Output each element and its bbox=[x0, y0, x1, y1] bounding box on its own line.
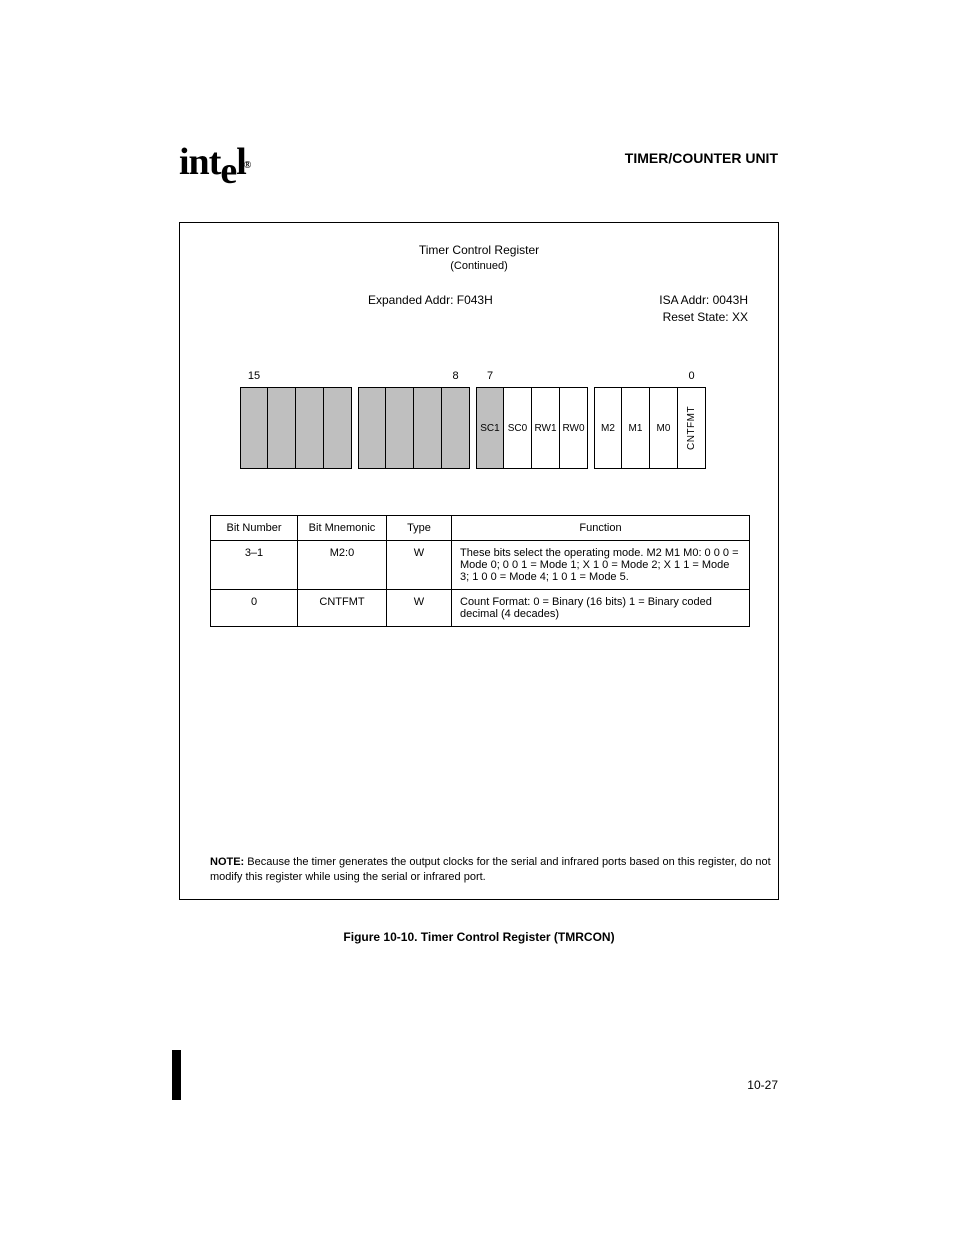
bit-cell bbox=[324, 387, 352, 469]
page: intel® TIMER/COUNTER UNIT Timer Control … bbox=[0, 0, 954, 1235]
cell-bit: 3–1 bbox=[211, 541, 298, 590]
cell-func: These bits select the operating mode. M2… bbox=[452, 541, 750, 590]
logo-drop-e: e bbox=[220, 149, 236, 193]
bit-cell-1: M0 bbox=[650, 387, 678, 469]
bit-label-rw1: RW1 bbox=[532, 388, 559, 468]
col-bit-number: Bit Number bbox=[211, 516, 298, 541]
halfbyte-15-12: 15 bbox=[240, 387, 352, 469]
bit-num-15: 15 bbox=[241, 370, 267, 382]
cell-type: W bbox=[387, 541, 452, 590]
bit-cell-6: SC0 bbox=[504, 387, 532, 469]
col-type: Type bbox=[387, 516, 452, 541]
reset-state: Reset State: XX bbox=[663, 310, 748, 324]
expanded-addr-label: Expanded Addr: bbox=[368, 293, 453, 307]
cell-mn: M2:0 bbox=[298, 541, 387, 590]
register-continued: (Continued) bbox=[180, 260, 778, 272]
bit-cell-7: 7 SC1 bbox=[476, 387, 504, 469]
note-label: NOTE: bbox=[210, 856, 244, 868]
register-title: Timer Control Register bbox=[180, 243, 778, 257]
table-row: 3–1 M2:0 W These bits select the operati… bbox=[211, 541, 750, 590]
bit-cell bbox=[386, 387, 414, 469]
field-table: Bit Number Bit Mnemonic Type Function 3–… bbox=[210, 515, 750, 627]
logo-prefix: int bbox=[179, 141, 220, 183]
chapter-title: TIMER/COUNTER UNIT bbox=[625, 150, 778, 166]
page-number: 10-27 bbox=[747, 1078, 778, 1092]
bit-cell bbox=[296, 387, 324, 469]
isa-addr-value: 0043H bbox=[713, 293, 748, 307]
bit-cell bbox=[358, 387, 386, 469]
bit-label-m2: M2 bbox=[595, 388, 621, 468]
bit-cell bbox=[414, 387, 442, 469]
cell-func: Count Format: 0 = Binary (16 bits) 1 = B… bbox=[452, 590, 750, 627]
note-text: Because the timer generates the output c… bbox=[210, 856, 771, 883]
bit-label-sc1: SC1 bbox=[477, 388, 503, 468]
registered-mark: ® bbox=[244, 160, 250, 171]
change-bar bbox=[172, 1050, 181, 1100]
reset-state-value: XX bbox=[732, 310, 748, 324]
bit-label-m0: M0 bbox=[650, 388, 677, 468]
expanded-addr: Expanded Addr: F043H bbox=[368, 293, 493, 307]
expanded-addr-value: F043H bbox=[457, 293, 493, 307]
register-name: Timer Control Register (Continued) bbox=[180, 243, 778, 272]
bit-label-sc0: SC0 bbox=[504, 388, 531, 468]
reset-state-label: Reset State: bbox=[663, 310, 729, 324]
col-function: Function bbox=[452, 516, 750, 541]
bit-num-0: 0 bbox=[678, 370, 705, 382]
col-bit-mnemonic: Bit Mnemonic bbox=[298, 516, 387, 541]
bit-cell-3: M2 bbox=[594, 387, 622, 469]
note: NOTE: Because the timer generates the ou… bbox=[210, 855, 778, 885]
bit-cell-2: M1 bbox=[622, 387, 650, 469]
bit-label-m1: M1 bbox=[622, 388, 649, 468]
bit-num-8: 8 bbox=[442, 370, 469, 382]
halfbyte-11-8: 8 bbox=[358, 387, 470, 469]
bit-cell-5: RW1 bbox=[532, 387, 560, 469]
bit-cell: 8 bbox=[442, 387, 470, 469]
bit-label-cntfmt: CNTFMT bbox=[678, 388, 705, 468]
isa-addr-label: ISA Addr: bbox=[659, 293, 709, 307]
table-header-row: Bit Number Bit Mnemonic Type Function bbox=[211, 516, 750, 541]
bit-cell: 15 bbox=[240, 387, 268, 469]
logo: intel® bbox=[179, 140, 252, 184]
halfbyte-3-0: M2 M1 M0 0 CNTFMT bbox=[594, 387, 706, 469]
table-row: 0 CNTFMT W Count Format: 0 = Binary (16 … bbox=[211, 590, 750, 627]
bit-label-rw0: RW0 bbox=[560, 388, 587, 468]
isa-addr: ISA Addr: 0043H bbox=[659, 293, 748, 307]
halfbyte-7-4: 7 SC1 SC0 RW1 RW0 bbox=[476, 387, 588, 469]
cell-type: W bbox=[387, 590, 452, 627]
cell-mn: CNTFMT bbox=[298, 590, 387, 627]
bit-diagram: 15 8 7 SC1 bbox=[240, 387, 706, 469]
bit-cell bbox=[268, 387, 296, 469]
bit-cell-4: RW0 bbox=[560, 387, 588, 469]
register-box: Timer Control Register (Continued) Expan… bbox=[179, 222, 779, 900]
figure-caption: Figure 10-10. Timer Control Register (TM… bbox=[179, 930, 779, 944]
intel-logo: intel® bbox=[179, 140, 252, 184]
cell-bit: 0 bbox=[211, 590, 298, 627]
bit-num: 7 bbox=[477, 370, 503, 382]
bit-cell-0: 0 CNTFMT bbox=[678, 387, 706, 469]
